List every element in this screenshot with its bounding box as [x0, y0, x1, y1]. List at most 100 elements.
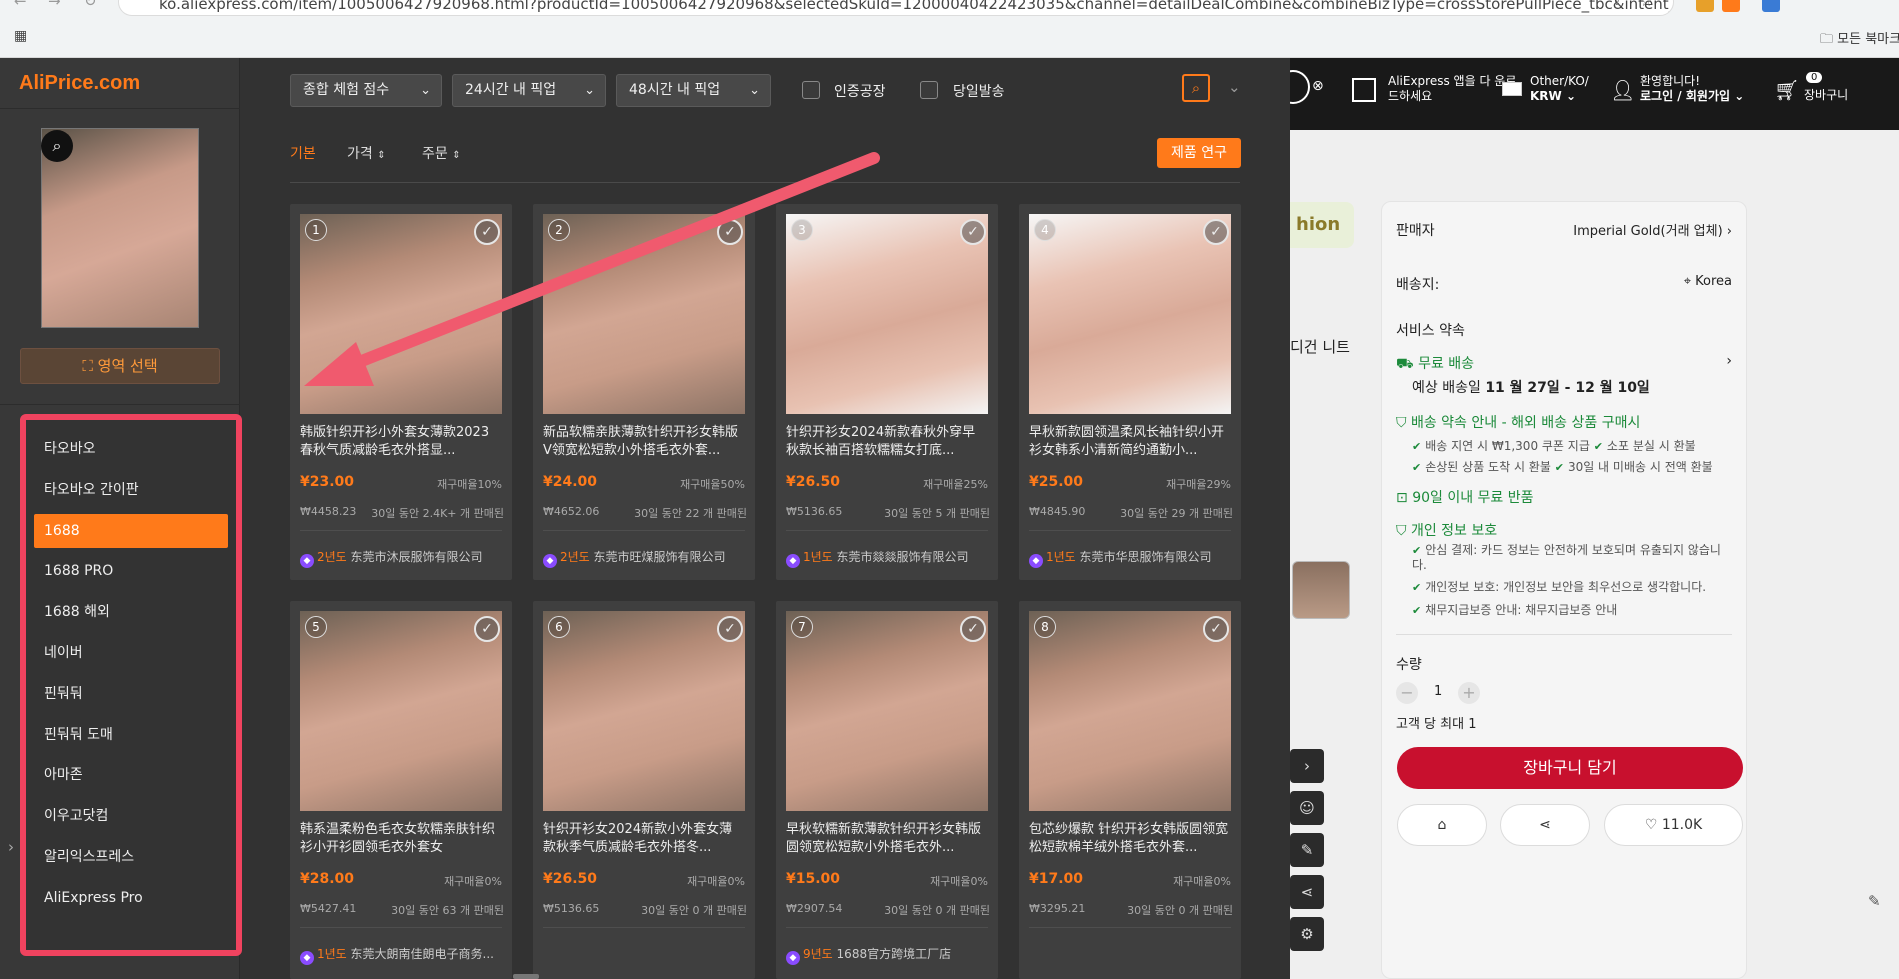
- product-image[interactable]: [543, 611, 745, 811]
- product-card[interactable]: 7 ✓ 早秋软糯新款薄款针织开衫女韩版圆领宽松短款小外搭毛衣外... ¥15.00 재구…: [776, 601, 998, 979]
- shop-row[interactable]: ◆ 2년도 东莞市旺煤服饰有限公司: [543, 548, 747, 568]
- free-shipping-row[interactable]: ⛟ 무료 배송: [1396, 353, 1474, 374]
- product-card[interactable]: 4 ✓ 早秋新款圆领温柔风长袖针织小开衫女韩系小清新简约通勤小... ¥25.00 재구…: [1019, 204, 1241, 580]
- select-check-icon[interactable]: ✓: [474, 616, 500, 642]
- quantity-value[interactable]: 1: [1434, 684, 1442, 699]
- product-image[interactable]: [786, 611, 988, 811]
- product-image[interactable]: [300, 611, 502, 811]
- reload-icon[interactable]: ↻: [84, 0, 97, 10]
- pickup-48h-dropdown[interactable]: 48시간 내 픽업 ⌄: [616, 74, 771, 107]
- product-title[interactable]: 包芯纱爆款 针织开衫女韩版圆领宽松短款棉羊绒外搭毛衣外套...: [1029, 821, 1231, 857]
- select-check-icon[interactable]: ✓: [960, 616, 986, 642]
- product-title[interactable]: 韩系温柔粉色毛衣女软糯亲肤针织衫小开衫圆领毛衣外套女: [300, 821, 502, 857]
- product-research-button[interactable]: 제품 연구: [1157, 138, 1241, 168]
- select-check-icon[interactable]: ✓: [717, 616, 743, 642]
- share-button[interactable]: ⋖: [1500, 804, 1590, 846]
- site-item[interactable]: AliExpress Pro: [34, 881, 228, 915]
- product-title[interactable]: 针织开衫女2024新款春秋外穿早秋款长袖百搭软糯糯女打底...: [786, 424, 988, 460]
- select-check-icon[interactable]: ✓: [960, 219, 986, 245]
- product-thumbnail[interactable]: [1292, 561, 1350, 619]
- shop-row[interactable]: ◆ 1년도 东莞市燚燚服饰有限公司: [786, 548, 990, 568]
- guarantee-line-1: ✔ 배송 지연 시 ₩1,300 쿠폰 지급 ✔ 소포 분실 시 환불: [1412, 437, 1696, 454]
- quantity-increase-button[interactable]: +: [1458, 682, 1480, 704]
- back-icon[interactable]: ←: [14, 0, 27, 10]
- product-image[interactable]: [1029, 611, 1231, 811]
- price-sales-row: ₩5427.41 30일 동안 63 개 판매된: [300, 902, 504, 915]
- chevron-down-icon[interactable]: ⌄: [1228, 78, 1241, 96]
- expand-panel-button[interactable]: ›: [1290, 749, 1324, 783]
- shop-row[interactable]: ◆ 9년도 1688官方跨境工厂店: [786, 945, 990, 965]
- site-item[interactable]: 알리익스프레스: [34, 840, 228, 874]
- certified-factory-checkbox[interactable]: [802, 81, 820, 99]
- check-icon: ✔: [1412, 604, 1422, 617]
- chevron-right-icon[interactable]: ›: [1726, 353, 1732, 369]
- product-title[interactable]: 针织开衫女2024新款小外套女薄款秋季气质减龄毛衣外搭冬...: [543, 821, 745, 857]
- share-tool-button[interactable]: ⋖: [1290, 875, 1324, 909]
- select-check-icon[interactable]: ✓: [1203, 616, 1229, 642]
- user-icon[interactable]: 👤︎: [1610, 78, 1635, 102]
- product-title[interactable]: 韩版针织开衫小外套女薄款2023春秋气质减龄毛衣外搭显...: [300, 424, 502, 460]
- add-to-cart-button[interactable]: 장바구니 담기: [1397, 747, 1743, 789]
- apps-grid-icon[interactable]: ▦: [14, 28, 27, 44]
- site-item[interactable]: 핀둬둬 도매: [34, 718, 228, 752]
- ship-to-selector[interactable]: ⌖ Korea: [1684, 274, 1732, 289]
- qr-code-icon[interactable]: [1352, 78, 1376, 102]
- score-filter-dropdown[interactable]: 종합 체험 점수 ⌄: [290, 74, 442, 107]
- collapse-sidebar-icon[interactable]: ›: [8, 838, 14, 856]
- site-item[interactable]: 1688: [34, 513, 228, 548]
- scrollbar-thumb[interactable]: [513, 974, 539, 979]
- select-check-icon[interactable]: ✓: [1203, 219, 1229, 245]
- privacy-row: ⛉ 개인 정보 보호: [1396, 520, 1497, 540]
- wishlist-button[interactable]: ♡ 11.0K: [1604, 804, 1743, 846]
- aliprice-logo[interactable]: AliPrice.com: [19, 72, 140, 95]
- forward-icon[interactable]: →: [48, 0, 61, 10]
- feedback-button[interactable]: ☺: [1290, 791, 1324, 825]
- region-selector[interactable]: Other/KO/KRW ⌄: [1530, 74, 1589, 104]
- area-select-button[interactable]: ⛶ 영역 선택: [20, 348, 220, 384]
- damaged-text: 손상된 상품 도착 시 환불: [1425, 460, 1551, 474]
- cart-label[interactable]: 장바구니: [1804, 88, 1848, 103]
- translate-extension-icon[interactable]: [1762, 0, 1780, 12]
- site-item[interactable]: 핀둬둬: [34, 677, 228, 711]
- app-download-text[interactable]: AliExpress 앱을 다 운로드하세요: [1388, 74, 1518, 104]
- shop-row[interactable]: ◆ 1년도 东莞大朗南佳朗电子商务...: [300, 945, 504, 965]
- filter-search-button[interactable]: ⌕: [1182, 74, 1210, 102]
- edit-button[interactable]: ✎: [1290, 833, 1324, 867]
- product-card[interactable]: 6 ✓ 针织开衫女2024新款小外套女薄款秋季气质减龄毛衣外搭冬... ¥26.50 재…: [533, 601, 755, 979]
- product-title[interactable]: 早秋新款圆领温柔风长袖针织小开衫女韩系小清新简约通勤小...: [1029, 424, 1231, 460]
- site-item[interactable]: 타오바오: [34, 432, 228, 466]
- account-menu[interactable]: 환영합니다! 로그인 / 회원가입 ⌄: [1640, 74, 1744, 104]
- seller-name-link[interactable]: Imperial Gold(거래 업체) ›: [1573, 220, 1732, 239]
- shop-row[interactable]: ◆ 2년도 东莞市沐辰服饰有限公司: [300, 548, 504, 568]
- image-search-icon[interactable]: ⌕: [41, 130, 73, 162]
- site-item[interactable]: 1688 PRO: [34, 554, 228, 588]
- share-icon[interactable]: ⇪: [1612, 0, 1623, 9]
- pencil-icon: ✎: [1300, 841, 1314, 859]
- same-day-checkbox[interactable]: [920, 81, 938, 99]
- store-button[interactable]: ⌂: [1397, 804, 1487, 846]
- free-return-text: 90일 이내 무료 반품: [1412, 490, 1534, 506]
- site-item[interactable]: 네이버: [34, 636, 228, 670]
- divider: [543, 927, 745, 928]
- bookmark-star-icon[interactable]: ☆: [1640, 0, 1653, 10]
- site-item[interactable]: 이우고닷컴: [34, 799, 228, 833]
- site-item[interactable]: 아마존: [34, 758, 228, 792]
- extension-icon[interactable]: [1696, 0, 1714, 12]
- shop-row[interactable]: ◆ 1년도 东莞市华思服饰有限公司: [1029, 548, 1233, 568]
- cart-icon[interactable]: 🛒︎: [1774, 78, 1799, 102]
- product-image[interactable]: [1029, 214, 1231, 414]
- address-bar[interactable]: ko.aliexpress.com/item/1005006427920968.…: [118, 0, 1674, 16]
- edit-pencil-icon[interactable]: ✎: [1868, 892, 1881, 910]
- product-title[interactable]: 早秋软糯新款薄款针织开衫女韩版圆领宽松短款小外搭毛衣外...: [786, 821, 988, 857]
- bookmarks-folder[interactable]: 🗀 모든 북마크: [1820, 28, 1899, 52]
- product-card[interactable]: 5 ✓ 韩系温柔粉色毛衣女软糯亲肤针织衫小开衫圆领毛衣外套女 ¥28.00 재구매율0%…: [290, 601, 512, 979]
- pickup-24h-dropdown[interactable]: 24시간 내 픽업 ⌄: [452, 74, 606, 107]
- aliprice-extension-icon[interactable]: [1722, 0, 1740, 12]
- quantity-decrease-button[interactable]: −: [1396, 682, 1418, 704]
- site-item[interactable]: 1688 해외: [34, 595, 228, 629]
- clear-icon[interactable]: ⊗: [1312, 78, 1324, 94]
- settings-button[interactable]: ⚙: [1290, 917, 1324, 951]
- product-title[interactable]: 新品软糯亲肤薄款针织开衫女韩版V领宽松短款小外搭毛衣外套...: [543, 424, 745, 460]
- site-item[interactable]: 타오바오 간이판: [34, 473, 228, 507]
- product-card[interactable]: 8 ✓ 包芯纱爆款 针织开衫女韩版圆领宽松短款棉羊绒外搭毛衣外套... ¥17.00 재…: [1019, 601, 1241, 979]
